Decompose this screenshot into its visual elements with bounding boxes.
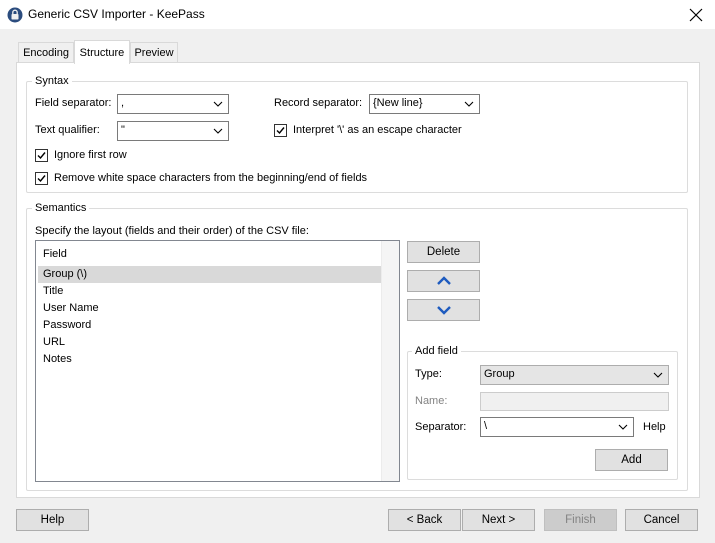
close-icon — [689, 8, 703, 22]
delete-button[interactable]: Delete — [407, 241, 480, 263]
syntax-legend: Syntax — [32, 75, 72, 87]
record-separator-label: Record separator: — [274, 97, 363, 109]
ignore-first-row-label: Ignore first row — [54, 149, 127, 161]
list-item[interactable]: URL — [38, 334, 381, 351]
chevron-down-icon — [653, 372, 663, 378]
name-label: Name: — [415, 395, 448, 407]
close-button[interactable] — [683, 4, 709, 26]
field-separator-combo[interactable]: , — [117, 94, 229, 114]
field-separator-label: Field separator: — [35, 97, 112, 109]
checkmark-icon — [37, 152, 46, 160]
type-combo[interactable]: Group — [480, 365, 669, 385]
field-separator-value: , — [121, 97, 125, 109]
name-field — [480, 392, 669, 411]
keepass-lock-icon — [7, 7, 23, 23]
remove-whitespace-label: Remove white space characters from the b… — [54, 172, 368, 184]
chevron-down-icon — [436, 306, 451, 315]
chevron-down-icon — [618, 424, 628, 430]
finish-button: Finish — [544, 509, 617, 531]
help-button[interactable]: Help — [16, 509, 89, 531]
separator-combo[interactable]: \ — [480, 417, 634, 437]
interpret-escape-checkbox[interactable] — [274, 124, 287, 137]
tab-preview[interactable]: Preview — [130, 42, 178, 63]
interpret-escape-label: Interpret '\' as an escape character — [293, 124, 462, 136]
list-column-header: Field — [43, 248, 67, 260]
next-button[interactable]: Next > — [462, 509, 535, 531]
add-field-legend: Add field — [412, 345, 461, 357]
chevron-up-icon — [436, 276, 451, 285]
list-item[interactable]: User Name — [38, 300, 381, 317]
text-qualifier-label: Text qualifier: — [35, 124, 100, 136]
separator-value: \ — [484, 420, 488, 432]
record-separator-value: {New line} — [373, 97, 423, 109]
title-bar: Generic CSV Importer - KeePass — [0, 0, 715, 30]
text-qualifier-value: " — [121, 124, 125, 136]
type-value: Group — [484, 368, 515, 380]
remove-whitespace-checkbox[interactable] — [35, 172, 48, 185]
add-button[interactable]: Add — [595, 449, 668, 471]
checkmark-icon — [276, 127, 285, 135]
separator-help-link[interactable]: Help — [643, 421, 666, 433]
checkmark-icon — [37, 175, 46, 183]
text-qualifier-combo[interactable]: " — [117, 121, 229, 141]
list-item[interactable]: Password — [38, 317, 381, 334]
semantics-legend: Semantics — [32, 202, 90, 214]
chevron-down-icon — [213, 128, 223, 134]
chevron-down-icon — [213, 101, 223, 107]
cancel-button[interactable]: Cancel — [625, 509, 698, 531]
record-separator-combo[interactable]: {New line} — [369, 94, 480, 114]
list-item[interactable]: Group (\) — [38, 266, 381, 283]
list-scrollbar[interactable] — [381, 241, 399, 481]
type-label: Type: — [415, 368, 442, 380]
layout-instruction: Specify the layout (fields and their ord… — [35, 225, 309, 237]
tab-structure[interactable]: Structure — [74, 40, 130, 64]
move-down-button[interactable] — [407, 299, 480, 321]
ignore-first-row-checkbox[interactable] — [35, 149, 48, 162]
chevron-down-icon — [464, 101, 474, 107]
list-item[interactable]: Notes — [38, 351, 381, 368]
back-button[interactable]: < Back — [388, 509, 461, 531]
separator-label: Separator: — [415, 421, 467, 433]
window-title: Generic CSV Importer - KeePass — [28, 7, 205, 21]
list-item[interactable]: Title — [38, 283, 381, 300]
fields-listview[interactable]: Field Group (\) Title User Name Password… — [35, 240, 400, 482]
tab-encoding[interactable]: Encoding — [18, 42, 74, 63]
move-up-button[interactable] — [407, 270, 480, 292]
